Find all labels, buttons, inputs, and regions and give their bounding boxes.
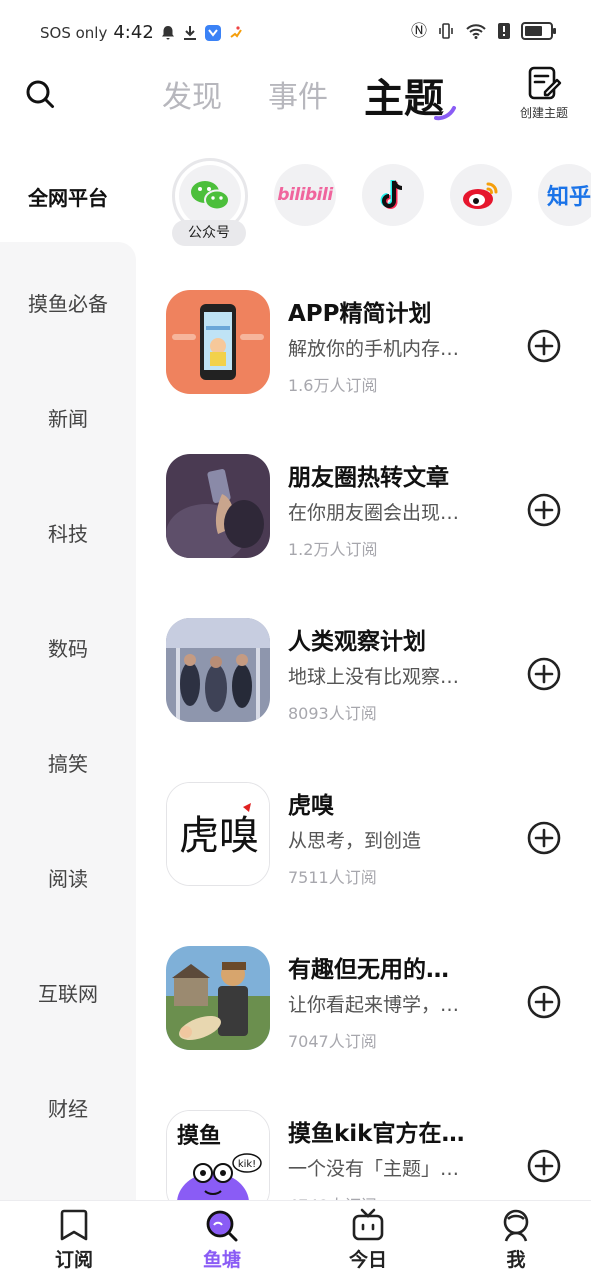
create-topic-button[interactable]: 创建主题 — [512, 64, 576, 128]
topic-description: 让你看起来博学，… — [288, 994, 460, 1016]
vibrate-icon — [439, 23, 453, 39]
subscribe-plus-button[interactable] — [526, 328, 562, 364]
topic-description: 解放你的手机内存… — [288, 338, 460, 360]
status-right: Ⓝ — [410, 21, 556, 40]
platform-wechat-label: 公众号 — [172, 220, 246, 246]
subscribe-plus-button[interactable] — [526, 656, 562, 692]
svg-text:摸鱼: 摸鱼 — [177, 1123, 221, 1149]
topic-subscribers: 4749人订阅 — [288, 1192, 377, 1200]
search-icon — [26, 80, 54, 108]
subway-crowd-thumb — [166, 618, 270, 722]
status-left: SOS only 4:42 — [40, 22, 244, 43]
carrier-label: SOS only — [40, 23, 108, 42]
sidebar-item-finance[interactable]: 财经 — [0, 1093, 136, 1122]
topic-item[interactable]: APP精简计划 解放你的手机内存… 1.6万人订阅 — [150, 270, 591, 395]
wifi-icon — [466, 24, 486, 39]
wechat-badge — [179, 165, 241, 227]
hand-with-phone-thumb — [166, 454, 270, 558]
topic-item[interactable]: 人类观察计划 地球上没有比观察… 8093人订阅 — [150, 598, 591, 723]
nav-subscribe[interactable]: 订阅 — [24, 1207, 124, 1272]
topic-item[interactable]: 摸鱼 kik! 摸鱼kik官方在… 一个没有「主题」… 4749人订阅 — [150, 1090, 591, 1200]
app-notification-icon — [204, 24, 221, 41]
tv-icon — [352, 1208, 384, 1241]
topic-title: 摸鱼kik官方在… — [288, 1121, 465, 1147]
topic-description: 地球上没有比观察… — [288, 666, 460, 688]
battery-icon — [521, 22, 556, 40]
bookmark-icon — [60, 1209, 88, 1241]
tab-discover[interactable]: 发现 — [162, 72, 222, 116]
subscribe-plus-button[interactable] — [526, 820, 562, 856]
moyu-mascot-thumb: 摸鱼 kik! — [166, 1110, 270, 1200]
svg-text:kik!: kik! — [238, 1159, 256, 1170]
topic-description: 从思考，到创造 — [288, 830, 422, 852]
nav-profile[interactable]: 我 — [466, 1207, 566, 1272]
topic-title: 有趣但无用的… — [288, 957, 449, 983]
sidebar-item-moyu-essentials[interactable]: 摸鱼必备 — [0, 288, 136, 317]
wechat-icon — [191, 181, 230, 211]
nfc-icon: Ⓝ — [410, 21, 427, 40]
sidebar-item-internet[interactable]: 互联网 — [0, 978, 136, 1007]
download-icon — [183, 25, 196, 40]
sidebar-item-reading[interactable]: 阅读 — [0, 863, 136, 892]
sidebar-item-tech[interactable]: 科技 — [0, 518, 136, 547]
platform-zhihu[interactable]: 知乎 — [538, 164, 591, 226]
create-topic-label: 创建主题 — [519, 106, 568, 120]
subscribe-plus-button[interactable] — [526, 492, 562, 528]
topic-item[interactable]: 有趣但无用的… 让你看起来博学，… 7047人订阅 — [150, 926, 591, 1051]
nav-today-label: 今日 — [348, 1249, 387, 1271]
topic-subscribers: 7511人订阅 — [288, 868, 377, 887]
platform-bilibili[interactable]: bilibili — [274, 164, 336, 226]
sidebar-item-news[interactable]: 新闻 — [0, 403, 136, 432]
topic-description: 一个没有「主题」… — [288, 1158, 460, 1180]
subscribe-plus-button[interactable] — [526, 1148, 562, 1184]
weibo-icon — [463, 182, 498, 209]
huxiu-logo-thumb: 虎嗅 — [166, 782, 270, 886]
search-pond-icon — [206, 1210, 238, 1242]
profile-icon — [503, 1209, 529, 1242]
running-icon — [230, 25, 242, 38]
topic-description: 在你朋友圈会出现… — [288, 502, 460, 524]
nav-profile-label: 我 — [506, 1249, 526, 1271]
topic-title: 朋友圈热转文章 — [288, 465, 449, 491]
platform-tiktok[interactable] — [362, 164, 424, 226]
category-sidebar: 全网平台 摸鱼必备 新闻 科技 数码 搞笑 阅读 互联网 财经 — [0, 150, 136, 1200]
top-header: 发现 事件 主题 创建主题 — [0, 60, 591, 130]
subscribe-plus-button[interactable] — [526, 984, 562, 1020]
nav-pond-label: 鱼塘 — [202, 1249, 241, 1271]
alert-icon — [498, 23, 510, 39]
tab-events[interactable]: 事件 — [268, 72, 328, 116]
tiktok-icon — [380, 180, 403, 209]
platform-row: 公众号 bilibili 知乎 — [150, 150, 591, 250]
nav-today[interactable]: 今日 — [318, 1207, 418, 1272]
bell-icon — [161, 25, 174, 39]
edit-note-icon — [528, 66, 562, 100]
topic-subscribers: 8093人订阅 — [288, 704, 377, 723]
svg-text:虎嗅: 虎嗅 — [179, 813, 259, 859]
status-bar: SOS only 4:42 Ⓝ — [0, 0, 591, 64]
sidebar-item-funny[interactable]: 搞笑 — [0, 748, 136, 777]
topic-subscribers: 7047人订阅 — [288, 1032, 377, 1051]
bottom-navigation: 订阅 鱼塘 今日 我 — [0, 1200, 591, 1280]
sidebar-item-digital[interactable]: 数码 — [0, 633, 136, 662]
bilibili-icon: bilibili — [277, 185, 333, 205]
phone-illustration-thumb — [166, 290, 270, 394]
cartoon-characters-thumb — [166, 946, 270, 1050]
topic-title: APP精简计划 — [288, 301, 432, 327]
nav-pond[interactable]: 鱼塘 — [172, 1207, 272, 1272]
platform-weibo[interactable] — [450, 164, 512, 226]
clock: 4:42 — [113, 22, 154, 43]
topic-item[interactable]: 虎嗅 虎嗅 从思考，到创造 7511人订阅 — [150, 762, 591, 887]
topic-item[interactable]: 朋友圈热转文章 在你朋友圈会出现… 1.2万人订阅 — [150, 434, 591, 559]
topic-title: 人类观察计划 — [288, 629, 426, 655]
active-tab-indicator — [434, 106, 456, 121]
topic-subscribers: 1.2万人订阅 — [288, 540, 378, 559]
search-button[interactable] — [22, 76, 58, 112]
sidebar-background — [0, 242, 136, 1200]
topic-subscribers: 1.6万人订阅 — [288, 376, 378, 395]
topic-title: 虎嗅 — [288, 793, 334, 819]
zhihu-icon: 知乎 — [546, 185, 591, 210]
sidebar-item-all-platforms[interactable]: 全网平台 — [0, 150, 136, 242]
topic-list: APP精简计划 解放你的手机内存… 1.6万人订阅 朋友圈热转文章 在你朋友圈会… — [150, 270, 591, 1200]
nav-subscribe-label: 订阅 — [54, 1249, 93, 1271]
